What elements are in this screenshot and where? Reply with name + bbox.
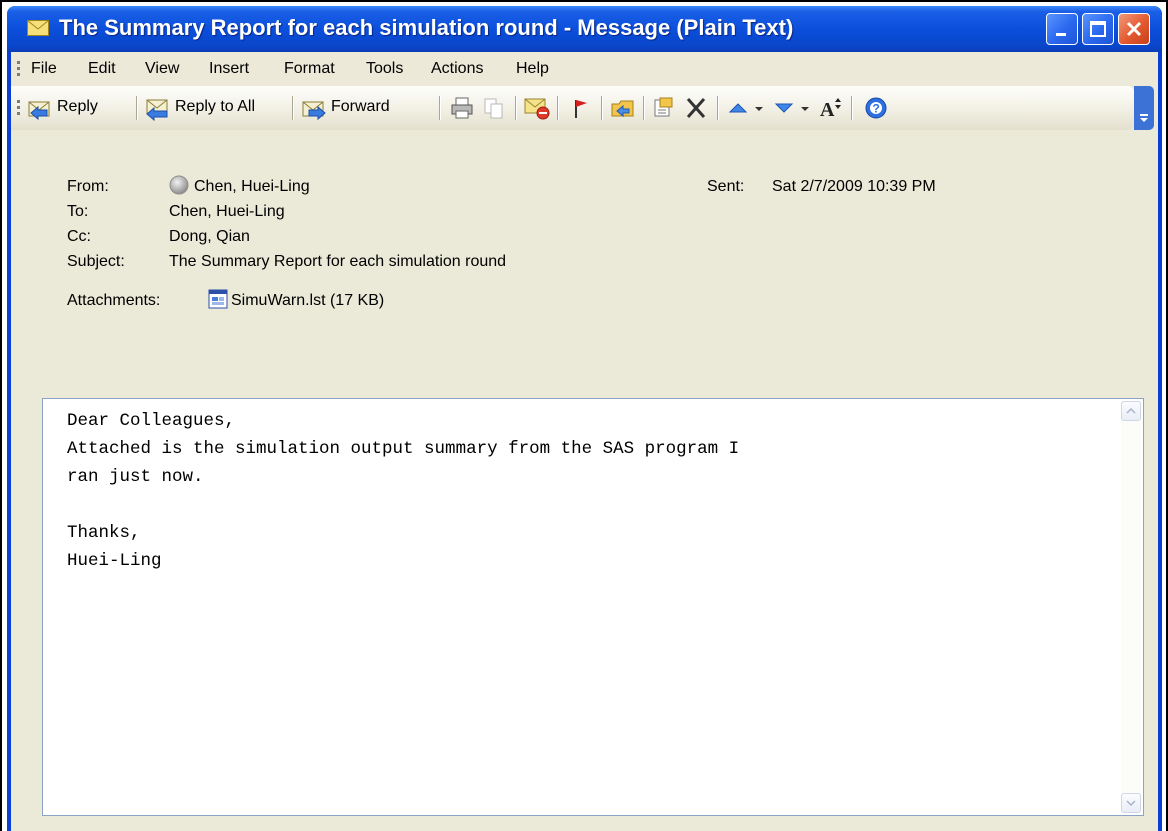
message-window: The Summary Report for each simulation r…	[7, 6, 1162, 831]
reply-all-label: Reply to All	[175, 98, 256, 115]
svg-text:A: A	[820, 99, 835, 121]
window-client: File Edit View Insert Format Tools Actio…	[11, 52, 1158, 831]
maximize-icon	[1090, 21, 1106, 37]
font-size-icon[interactable]: A	[817, 95, 843, 121]
flag-icon[interactable]	[567, 95, 593, 121]
attachment-file-icon[interactable]	[208, 289, 228, 309]
reply-icon	[28, 101, 50, 121]
to-value[interactable]: Chen, Huei-Ling	[169, 203, 285, 221]
toolbar-grip[interactable]	[17, 100, 20, 103]
cc-value[interactable]: Dong, Qian	[169, 228, 250, 246]
delete-icon[interactable]	[683, 95, 709, 121]
categorize-icon[interactable]	[651, 95, 677, 121]
reply-button[interactable]: Reply	[27, 95, 129, 121]
maximize-button[interactable]	[1082, 13, 1114, 45]
next-item-icon[interactable]	[773, 95, 795, 121]
window-title: The Summary Report for each simulation r…	[59, 15, 794, 40]
copy-icon[interactable]	[481, 95, 507, 121]
menu-bar: File Edit View Insert Format Tools Actio…	[11, 52, 1158, 86]
menu-grip[interactable]	[17, 61, 20, 64]
toolbar-separator	[851, 96, 852, 120]
toolbar-separator	[136, 96, 137, 120]
junk-mail-icon[interactable]	[523, 95, 551, 121]
svg-text:?: ?	[873, 102, 880, 116]
from-value[interactable]: Chen, Huei-Ling	[194, 178, 310, 196]
toolbar-separator	[292, 96, 293, 120]
menu-insert[interactable]: Insert	[209, 60, 249, 78]
toolbar-separator	[515, 96, 516, 120]
forward-label: Forward	[331, 98, 390, 115]
menu-view[interactable]: View	[145, 60, 179, 78]
toolbar-separator	[717, 96, 718, 120]
menu-format[interactable]: Format	[284, 60, 335, 78]
reply-label: Reply	[57, 98, 98, 115]
minimize-icon	[1056, 33, 1066, 36]
attachments-label: Attachments:	[67, 292, 161, 309]
previous-item-icon[interactable]	[727, 95, 749, 121]
reply-all-icon	[146, 99, 168, 121]
chevron-down-icon	[1126, 800, 1136, 807]
vertical-scrollbar[interactable]	[1121, 401, 1141, 813]
close-icon	[1126, 21, 1142, 37]
menu-help[interactable]: Help	[516, 60, 549, 78]
menu-actions[interactable]: Actions	[431, 60, 483, 78]
toolbar-separator	[557, 96, 558, 120]
scroll-up-button[interactable]	[1121, 401, 1141, 421]
to-label: To:	[67, 203, 89, 220]
reply-all-button[interactable]: Reply to All	[145, 95, 287, 121]
menu-tools[interactable]: Tools	[366, 60, 403, 78]
envelope-icon	[27, 20, 49, 36]
message-header: From: Chen, Huei-Ling Sent: Sat 2/7/2009…	[11, 130, 1158, 392]
standard-toolbar: Reply Reply to All Forward A ?	[11, 86, 1134, 130]
minimize-button[interactable]	[1046, 13, 1078, 45]
scroll-down-button[interactable]	[1121, 793, 1141, 813]
presence-icon	[169, 175, 189, 195]
toolbar-separator	[439, 96, 440, 120]
from-label: From:	[67, 178, 109, 195]
toolbar-separator	[601, 96, 602, 120]
attachment-link[interactable]: SimuWarn.lst (17 KB)	[231, 292, 384, 310]
forward-icon	[302, 101, 326, 121]
cc-label: Cc:	[67, 228, 91, 245]
toolbar-separator	[643, 96, 644, 120]
close-button[interactable]	[1118, 13, 1150, 45]
menu-file[interactable]: File	[31, 60, 57, 78]
sent-value: Sat 2/7/2009 10:39 PM	[772, 178, 936, 195]
message-body-text[interactable]: Dear Colleagues, Attached is the simulat…	[67, 407, 739, 575]
previous-item-dropdown-icon[interactable]	[753, 95, 765, 121]
subject-value: The Summary Report for each simulation r…	[169, 253, 507, 270]
next-item-dropdown-icon[interactable]	[799, 95, 811, 121]
title-bar[interactable]: The Summary Report for each simulation r…	[7, 6, 1162, 52]
toolbar-overflow-button[interactable]	[1134, 86, 1154, 130]
print-icon[interactable]	[449, 95, 475, 121]
chevron-up-icon	[1126, 407, 1136, 414]
subject-label: Subject:	[67, 253, 125, 270]
help-icon[interactable]: ?	[863, 95, 889, 121]
message-body[interactable]: Dear Colleagues, Attached is the simulat…	[42, 398, 1144, 816]
chevron-down-icon	[1140, 114, 1148, 122]
menu-edit[interactable]: Edit	[88, 60, 116, 78]
sent-label: Sent:	[707, 178, 745, 195]
forward-button[interactable]: Forward	[301, 95, 426, 121]
move-to-folder-icon[interactable]	[609, 95, 637, 121]
